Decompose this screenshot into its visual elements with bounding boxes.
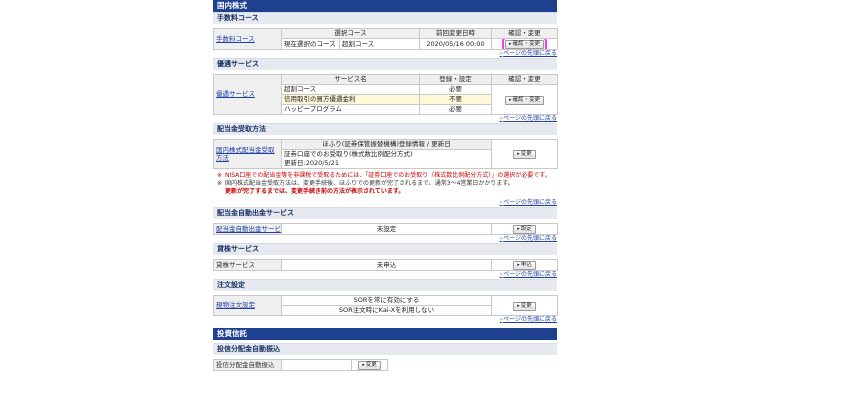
dividend-section-title: 配当金受取方法 [213, 123, 557, 135]
order-settings-section-title: 注文設定 [213, 279, 557, 291]
last-changed-value: 2020/05/16 00:00 [419, 38, 492, 50]
fee-action-cell: 確認・変更 [491, 38, 558, 50]
update-warning-text: 更新が完了するまでは、変更手続き前の方法が表示されています。 [225, 188, 405, 195]
nisa-note: ※ NISA口座での配当金等を非課税で受取るためには、「証券口座でのお受取り（株式… [213, 172, 557, 180]
update-note: ※ 国内株式配当金受取方法は、変更手続後、ほふりでの更新が完了されるまで、通常3～… [213, 180, 557, 188]
col-registration: 登録・設定 [419, 74, 492, 85]
current-course-value: 超割コース [339, 38, 420, 50]
back-to-top-link[interactable]: ›ページの先頭に戻る [213, 271, 557, 279]
lending-apply-button[interactable]: 申込 [513, 261, 536, 270]
back-to-top-label: ページの先頭に戻る [503, 316, 557, 323]
auto-dividend-table: 配当金自動出金サービス 未設定 設定 [213, 223, 558, 235]
current-course-label: 現在選択のコース [281, 38, 340, 50]
back-to-top-link[interactable]: ›ページの先頭に戻る [213, 50, 557, 58]
auto-dividend-link[interactable]: 配当金自動出金サービス [213, 223, 282, 235]
col-jasdec-info: ほふり(証券保管振替機構)登録情報 / 更新日 [281, 139, 492, 150]
preferential-section-title: 優遇サービス [213, 58, 557, 70]
back-to-top-label: ページの先頭に戻る [503, 199, 557, 206]
back-to-top-label: ページの先頭に戻る [503, 235, 557, 242]
auto-dividend-action-cell: 設定 [491, 223, 558, 235]
fee-course-confirm-button[interactable]: 確認・変更 [501, 39, 548, 49]
preferential-action-cell: 確認・変更 [491, 84, 558, 115]
back-to-top-label: ページの先頭に戻る [503, 115, 557, 122]
update-note-text: 国内株式配当金受取方法は、変更手続後、ほふりでの更新が完了されるまで、通常3～4… [225, 180, 514, 187]
dividend-table: 国内株式配当金受取方法 ほふり(証券保管振替機構)登録情報 / 更新日 変更 証… [213, 139, 558, 169]
arrow-icon: › [499, 235, 503, 242]
service-status: 必要 [419, 84, 492, 95]
back-to-top-link[interactable]: ›ページの先頭に戻る [213, 235, 557, 243]
order-settings-table: 現物注文設定 SORを常に有効にする 変更 SOR注文時にKai-Xを利用しない [213, 295, 558, 316]
arrow-icon: › [499, 115, 503, 122]
lending-value: 未申込 [281, 259, 492, 271]
col-last-changed: 前回変更日時 [419, 28, 492, 39]
service-status: 不要 [419, 94, 492, 105]
col-confirm-change: 確認・変更 [491, 74, 558, 85]
service-name: 超割コース [281, 84, 420, 95]
dividend-updated-date: 更新日:2020/5/21 [281, 159, 492, 169]
spot-order-settings-link[interactable]: 現物注文設定 [213, 295, 282, 316]
col-service-name: サービス名 [281, 74, 420, 85]
preferential-service-link[interactable]: 優遇サービス [213, 74, 282, 115]
arrow-icon: › [499, 271, 503, 278]
lending-action-cell: 申込 [491, 259, 558, 271]
nisa-note-text: NISA口座での配当金等を非課税で受取るためには、「証券口座でのお受取り（株式数… [225, 172, 551, 179]
kaix-setting: SOR注文時にKai-Xを利用しない [281, 305, 492, 316]
auto-reinvest-change-button[interactable]: 変更 [358, 361, 381, 370]
auto-reinvest-label: 投信分配金自動振込 [213, 359, 282, 371]
order-settings-action-cell: 変更 [491, 295, 558, 316]
domestic-stock-header: 国内株式 [213, 0, 557, 12]
lending-section-title: 貸株サービス [213, 243, 557, 255]
col-confirm-change: 確認・変更 [491, 28, 558, 39]
back-to-top-link[interactable]: ›ページの先頭に戻る [213, 316, 557, 324]
service-name: ハッピープログラム [281, 104, 420, 115]
fee-course-link[interactable]: 手数料コース [213, 28, 282, 50]
arrow-icon: › [499, 50, 503, 57]
preferential-confirm-button[interactable]: 確認・変更 [504, 95, 545, 105]
auto-reinvest-value [281, 359, 352, 371]
note-mark: ※ [217, 172, 223, 179]
dividend-action-cell: 変更 [491, 139, 558, 169]
arrow-icon: › [499, 199, 503, 206]
service-name: 信用取引の買方優遇金利 [281, 94, 420, 105]
dividend-method-value: 証券口座でのお受取り(株式数比例配分方式) [281, 149, 492, 159]
auto-reinvest-section-title: 投信分配金自動振込 [213, 343, 557, 355]
update-warning: 更新が完了するまでは、変更手続き前の方法が表示されています。 [213, 188, 557, 196]
preferential-table: 優遇サービス サービス名 登録・設定 確認・変更 超割コース 必要 確認・変更 … [213, 74, 558, 115]
settings-panel: 国内株式 手数料コース 手数料コース 選択コース 前回変更日時 確認・変更 現在… [213, 0, 558, 371]
back-to-top-link[interactable]: ›ページの先頭に戻る [213, 115, 557, 123]
note-mark: ※ [217, 180, 223, 187]
arrow-icon: › [499, 316, 503, 323]
auto-reinvest-action-cell: 変更 [351, 359, 388, 371]
empty-cell [388, 360, 558, 371]
back-to-top-label: ページの先頭に戻る [503, 50, 557, 57]
dividend-method-link[interactable]: 国内株式配当金受取方法 [213, 139, 282, 169]
col-selected-course: 選択コース [281, 28, 420, 39]
lending-table: 貸株サービス 未申込 申込 [213, 259, 558, 271]
order-settings-change-button[interactable]: 変更 [513, 301, 536, 311]
back-to-top-label: ページの先頭に戻る [503, 271, 557, 278]
service-status: 必要 [419, 104, 492, 115]
auto-dividend-setup-button[interactable]: 設定 [513, 225, 536, 234]
back-to-top-link[interactable]: ›ページの先頭に戻る [213, 199, 557, 207]
fee-course-section-title: 手数料コース [213, 12, 557, 24]
auto-reinvest-table: 投信分配金自動振込 変更 [213, 359, 558, 371]
investment-trust-header: 投資信託 [213, 328, 557, 340]
lending-label: 貸株サービス [213, 259, 282, 271]
auto-dividend-value: 未設定 [281, 223, 492, 235]
dividend-change-button[interactable]: 変更 [513, 150, 536, 159]
sor-setting: SORを常に有効にする [281, 295, 492, 306]
fee-course-table: 手数料コース 選択コース 前回変更日時 確認・変更 現在選択のコース 超割コース… [213, 28, 558, 50]
auto-dividend-section-title: 配当金自動出金サービス [213, 207, 557, 219]
